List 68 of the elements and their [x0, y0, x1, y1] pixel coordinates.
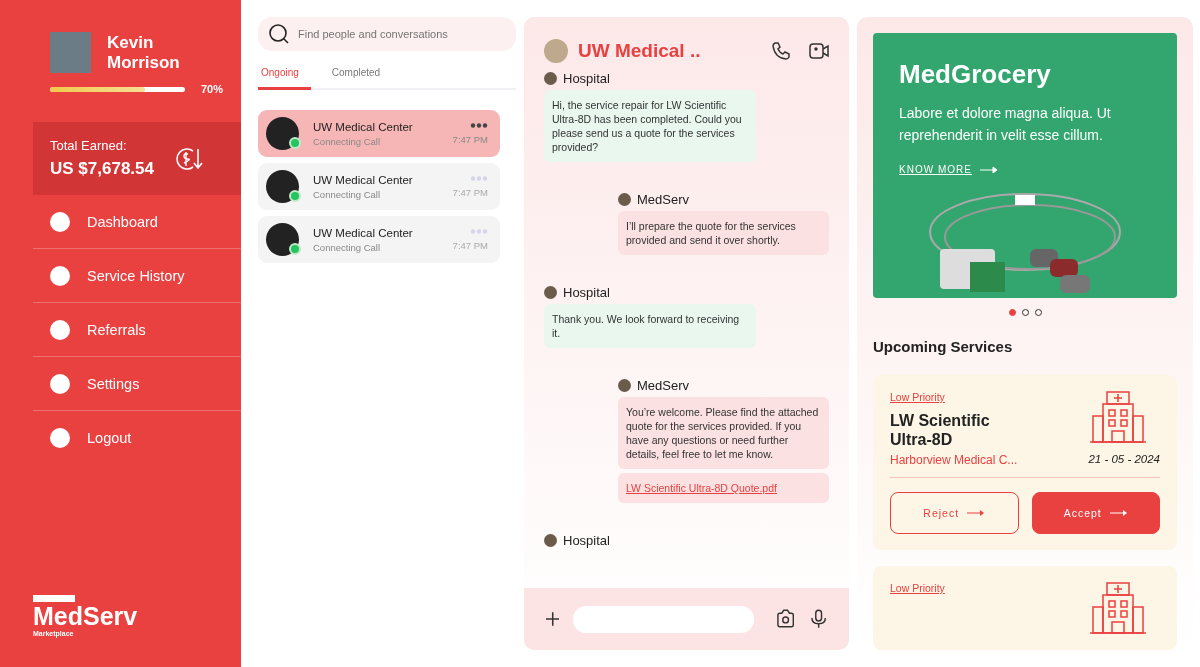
arrow-icon: [1109, 509, 1128, 517]
message-input[interactable]: [573, 605, 755, 633]
message-bubble: Hi, the service repair for LW Scientific Ultra-8D has been completed. Could you please send us a quote for the services provided?: [544, 90, 756, 162]
know-more-link[interactable]: KNOW MORE: [899, 164, 1151, 175]
conversation-name: UW Medical Center: [313, 226, 414, 239]
conversation-time: 7:47 PM: [452, 133, 488, 145]
profile-photo-placeholder: [50, 32, 91, 73]
priority-link[interactable]: Low Priority: [890, 391, 1010, 403]
arrow-icon: [967, 509, 986, 517]
message-bubble: I’ll prepare the quote for the services provided and send it over shortly.: [618, 211, 829, 255]
sender-avatar-placeholder: [618, 379, 631, 392]
chat-avatar-placeholder: [544, 39, 568, 63]
message-bubble: You’re welcome. Please find the attached quote for the services provided. If you have any questions or need further details, feel free to let me know.: [618, 397, 829, 469]
plus-icon[interactable]: [546, 612, 560, 626]
conversation-time: 7:47 PM: [452, 186, 488, 198]
carousel-dot[interactable]: [1008, 309, 1016, 316]
search-field[interactable]: Find people and conversations: [258, 17, 516, 51]
conversation-status: Connecting Call: [313, 188, 382, 200]
sender-avatar-placeholder: [618, 193, 631, 206]
more-icon[interactable]: [470, 122, 488, 128]
video-camera-icon[interactable]: [809, 42, 829, 60]
microphone-icon[interactable]: [809, 609, 827, 629]
sidebar-item[interactable]: Service History: [33, 249, 241, 303]
sender-name: MedServ: [637, 192, 690, 207]
sender-avatar-placeholder: [544, 72, 557, 85]
sidebar-item[interactable]: Dashboard: [33, 195, 241, 249]
conversation-item[interactable]: UW Medical Center Connecting Call 7:47 PM: [258, 216, 500, 263]
user-name: Kevin Morrison: [107, 32, 181, 73]
tab[interactable]: Ongoing: [258, 61, 311, 90]
conversation-name: UW Medical Center: [313, 173, 414, 186]
conversation-name: UW Medical Center: [313, 120, 414, 133]
action-button[interactable]: Accept: [1031, 492, 1160, 534]
sidebar-item[interactable]: Referrals: [33, 303, 241, 357]
sender-name: Hospital: [563, 533, 610, 548]
camera-icon[interactable]: [776, 609, 796, 629]
service-title: LW Scientific Ultra-8D: [890, 411, 991, 449]
conversation-status: Connecting Call: [313, 241, 382, 253]
message-bubble: Thank you. We look forward to receiving it.: [544, 304, 756, 348]
hospital-icon: [1090, 391, 1146, 443]
conversation-item[interactable]: UW Medical Center Connecting Call 7:47 PM: [258, 110, 500, 157]
hospital-icon: [1090, 582, 1146, 634]
earnings-amount: US $7,678.54: [50, 159, 154, 179]
client-name: Harborview Medical C...: [890, 453, 1018, 467]
tab[interactable]: Completed: [328, 61, 393, 90]
conversation-item[interactable]: UW Medical Center Connecting Call 7:47 PM: [258, 163, 500, 210]
section-title: Upcoming Services: [873, 338, 1014, 355]
promo-text: Labore et dolore magna aliqua. Ut reprehenderit in velit esse cillum.: [899, 104, 1112, 145]
sidebar-item[interactable]: Logout: [33, 411, 241, 464]
service-date: 21 - 05 - 2024: [1088, 453, 1160, 467]
logo-bar: [33, 595, 75, 602]
conversation-status: Connecting Call: [313, 135, 382, 147]
sender-name: MedServ: [637, 378, 690, 393]
arrow-icon: [979, 165, 998, 174]
progress-reading: 70%: [201, 83, 224, 95]
priority-link[interactable]: Low Priority: [890, 582, 945, 594]
action-button[interactable]: Reject: [890, 492, 1019, 534]
phone-icon[interactable]: [771, 41, 791, 61]
promo-title: MedGrocery: [899, 59, 1052, 90]
sender-avatar-placeholder: [544, 286, 557, 299]
chat-title: UW Medical ..: [578, 40, 702, 62]
sender-name: Hospital: [563, 285, 610, 300]
conversation-time: 7:47 PM: [452, 239, 488, 251]
sender-avatar-placeholder: [544, 534, 557, 547]
earnings-label: Total Earned:: [50, 138, 128, 153]
sidebar-item[interactable]: Settings: [33, 357, 241, 411]
attachment-link[interactable]: LW Scientific Ultra-8D Quote.pdf: [626, 482, 777, 494]
sender-name: Hospital: [563, 71, 610, 86]
logo-text: MedServ: [33, 602, 138, 630]
